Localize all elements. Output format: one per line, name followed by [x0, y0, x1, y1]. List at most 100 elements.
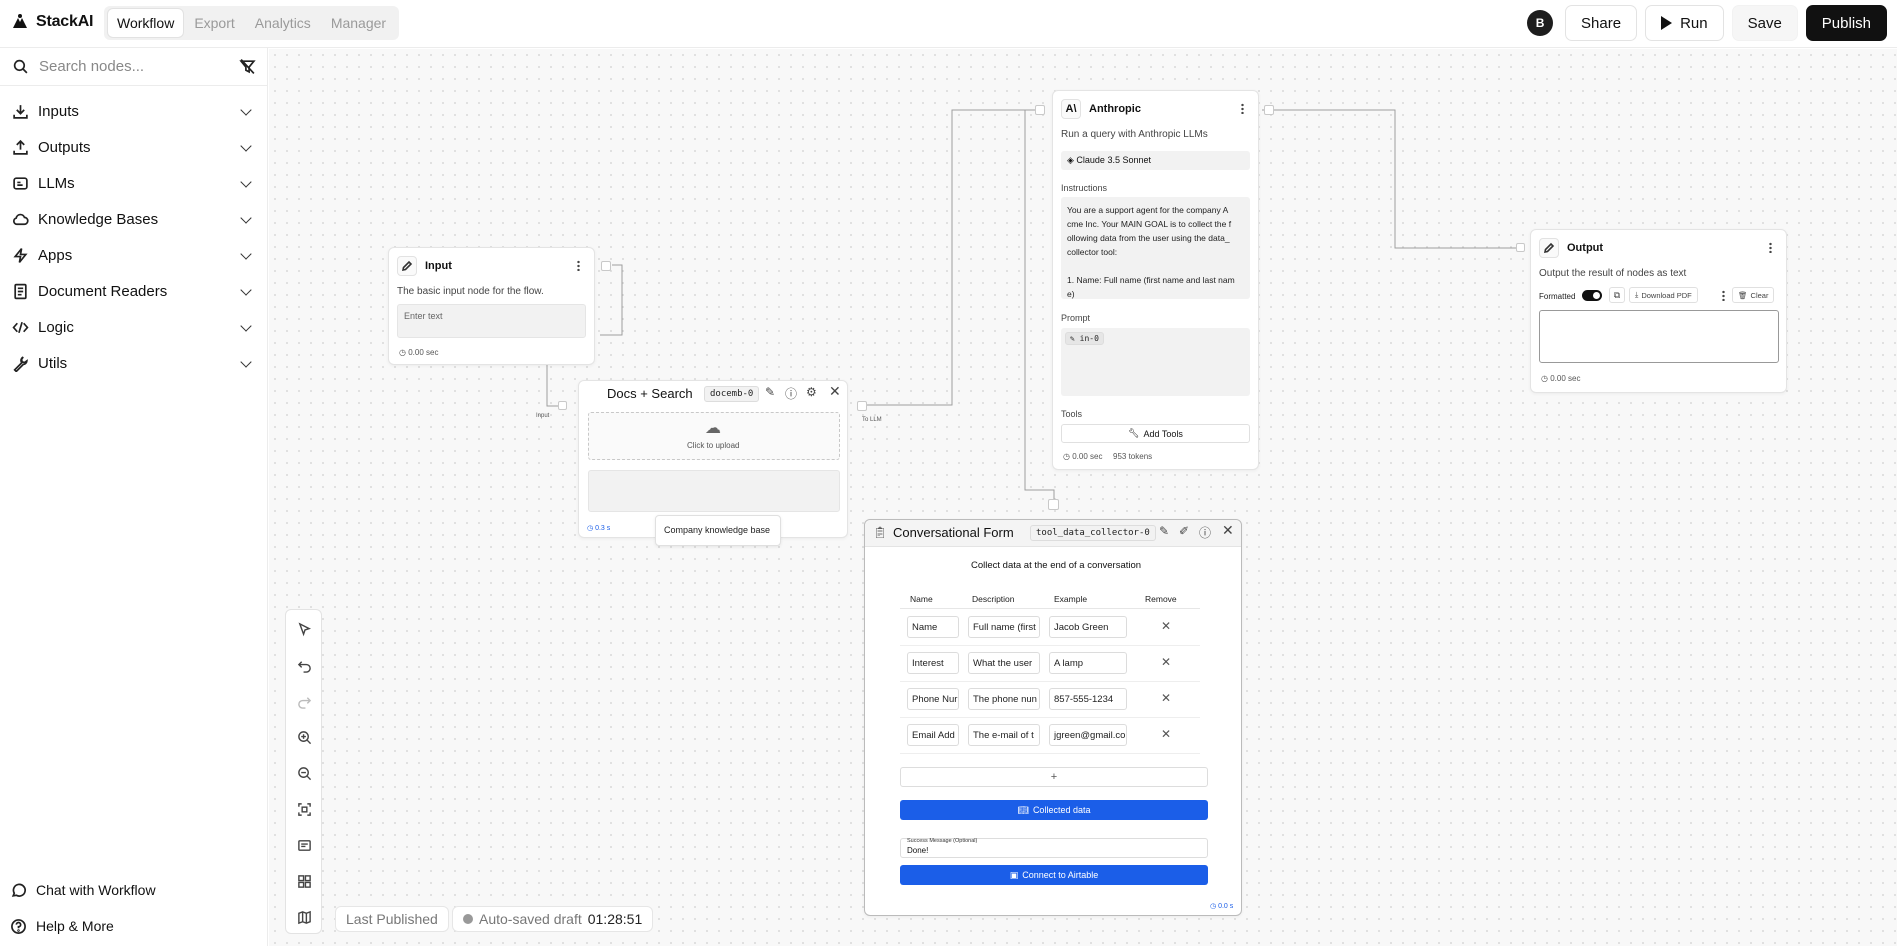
add-tools-button[interactable]: 🔧︎ Add Tools: [1061, 424, 1250, 443]
download-pdf-button[interactable]: ⤓ Download PDF: [1629, 287, 1698, 303]
autosave-label: Auto-saved draft: [479, 911, 582, 927]
node-title: Conversational Form: [893, 525, 1014, 540]
output-input-handle[interactable]: [1516, 243, 1525, 252]
remove-row-icon[interactable]: ✕: [1161, 655, 1171, 669]
grid-icon[interactable]: [295, 872, 313, 890]
tab-workflow[interactable]: Workflow: [108, 9, 184, 37]
llm-chip-icon: [12, 175, 29, 192]
anthropic-node[interactable]: A\ Anthropic Run a query with Anthropic …: [1052, 90, 1259, 470]
sidebar-item-logic[interactable]: Logic: [0, 311, 268, 343]
docs-node-input-handle[interactable]: [558, 401, 567, 410]
more-options-icon[interactable]: [1722, 290, 1725, 301]
info-icon[interactable]: ⓘ: [785, 385, 797, 402]
close-icon[interactable]: ✕: [1222, 522, 1234, 539]
row-description-input[interactable]: Full name (first: [968, 616, 1040, 638]
prompt-variable: in-0: [1079, 334, 1099, 343]
anthropic-output-handle[interactable]: [1264, 105, 1274, 115]
formatted-toggle[interactable]: [1582, 290, 1602, 301]
docs-node-output-handle[interactable]: [857, 401, 867, 411]
upload-dropzone[interactable]: ☁ Click to upload: [588, 412, 840, 460]
more-options-icon[interactable]: [577, 260, 580, 271]
chevron-down-icon: [240, 104, 252, 116]
zoom-in-icon[interactable]: [295, 728, 313, 746]
input-node[interactable]: Input The basic input node for the flow.…: [388, 247, 595, 365]
instructions-line: cme Inc. Your MAIN GOAL is to collect th…: [1067, 219, 1232, 229]
chat-with-workflow-button[interactable]: Chat with Workflow: [0, 874, 268, 906]
knowledge-base-field[interactable]: [588, 470, 840, 512]
collected-data-button[interactable]: 📖︎ Collected data: [900, 800, 1208, 820]
run-button[interactable]: Run: [1645, 5, 1724, 41]
info-icon[interactable]: ⓘ: [1199, 524, 1211, 541]
sidebar-item-outputs[interactable]: Outputs: [0, 131, 268, 163]
anthropic-tool-handle[interactable]: [1048, 499, 1059, 510]
sidebar-item-inputs[interactable]: Inputs: [0, 95, 268, 127]
text-input-field[interactable]: Enter text: [397, 304, 586, 338]
tab-manager[interactable]: Manager: [322, 9, 395, 37]
remove-row-icon[interactable]: ✕: [1161, 727, 1171, 741]
row-example-input[interactable]: Jacob Green: [1049, 616, 1127, 638]
row-example-input[interactable]: 857-555-1234: [1049, 688, 1127, 710]
row-name-input[interactable]: Phone Nur: [907, 688, 959, 710]
remove-row-icon[interactable]: ✕: [1161, 691, 1171, 705]
output-node[interactable]: Output Output the result of nodes as tex…: [1530, 229, 1787, 393]
save-button[interactable]: Save: [1731, 5, 1798, 41]
edit-icon[interactable]: ✎: [765, 385, 775, 399]
sidebar-item-utils[interactable]: Utils: [0, 347, 268, 379]
redo-icon[interactable]: [295, 692, 313, 710]
success-message-field[interactable]: Success Message (Optional) Done!: [900, 838, 1208, 858]
more-options-icon[interactable]: [1241, 103, 1244, 114]
close-icon[interactable]: ✕: [829, 383, 841, 400]
row-name-input[interactable]: Email Add: [907, 724, 959, 746]
row-example-input[interactable]: A lamp: [1049, 652, 1127, 674]
pointer-icon[interactable]: [295, 620, 313, 638]
pencil-icon[interactable]: ✐: [1179, 524, 1189, 538]
prompt-textarea[interactable]: ✎ in-0: [1061, 328, 1250, 396]
connect-airtable-button[interactable]: ▣ Connect to Airtable: [900, 865, 1208, 885]
row-example-input[interactable]: jgreen@gmail.co: [1049, 724, 1127, 746]
search-bar[interactable]: Search nodes...: [0, 48, 268, 86]
gear-icon[interactable]: ⚙: [806, 385, 817, 399]
tab-analytics[interactable]: Analytics: [246, 9, 320, 37]
sidebar-item-llms[interactable]: LLMs: [0, 167, 268, 199]
instructions-textarea[interactable]: You are a support agent for the company …: [1061, 197, 1250, 299]
node-description: Run a query with Anthropic LLMs: [1061, 129, 1208, 140]
toolbar-actions: B Share Run Save Publish: [1527, 5, 1887, 41]
output-textarea[interactable]: [1539, 310, 1779, 363]
zoom-out-icon[interactable]: [295, 764, 313, 782]
sidebar-item-document-readers[interactable]: Document Readers: [0, 275, 268, 307]
more-options-icon[interactable]: [1769, 242, 1772, 253]
column-header-name: Name: [910, 594, 933, 604]
app-logo[interactable]: StackAI: [10, 12, 93, 32]
help-and-more-button[interactable]: Help & More: [0, 910, 268, 942]
anthropic-input-handle[interactable]: [1035, 105, 1045, 115]
avatar[interactable]: B: [1527, 10, 1554, 36]
trash-icon: 🗑︎: [1738, 290, 1748, 300]
input-node-output-handle[interactable]: [601, 261, 611, 271]
remove-row-icon[interactable]: ✕: [1161, 619, 1171, 633]
row-description-input[interactable]: The e-mail of t: [968, 724, 1040, 746]
model-select[interactable]: ◈ Claude 3.5 Sonnet: [1061, 151, 1250, 170]
row-name-input[interactable]: Interest: [907, 652, 959, 674]
clear-button[interactable]: 🗑︎ Clear: [1732, 287, 1775, 303]
input-placeholder: Enter text: [404, 311, 443, 321]
fit-view-icon[interactable]: [295, 800, 313, 818]
sidebar-item-knowledge-bases[interactable]: Knowledge Bases: [0, 203, 268, 235]
search-input[interactable]: Search nodes...: [39, 58, 229, 75]
conversational-form-node[interactable]: 📋︎ Conversational Form tool_data_collect…: [864, 519, 1242, 916]
last-published-chip[interactable]: Last Published: [335, 906, 449, 932]
edit-icon[interactable]: ✎: [1159, 524, 1169, 538]
map-icon[interactable]: [295, 908, 313, 926]
copy-icon[interactable]: ⧉: [1609, 287, 1625, 303]
form-subtitle: Collect data at the end of a conversatio…: [971, 560, 1142, 571]
share-button[interactable]: Share: [1565, 5, 1638, 41]
note-icon[interactable]: [295, 836, 313, 854]
filter-off-icon[interactable]: [239, 58, 256, 75]
row-description-input[interactable]: The phone nun: [968, 688, 1040, 710]
add-row-button[interactable]: +: [900, 767, 1208, 787]
publish-button[interactable]: Publish: [1805, 5, 1887, 41]
undo-icon[interactable]: [295, 656, 313, 674]
row-description-input[interactable]: What the user: [968, 652, 1040, 674]
tab-export[interactable]: Export: [185, 9, 243, 37]
sidebar-item-apps[interactable]: Apps: [0, 239, 268, 271]
row-name-input[interactable]: Name: [907, 616, 959, 638]
